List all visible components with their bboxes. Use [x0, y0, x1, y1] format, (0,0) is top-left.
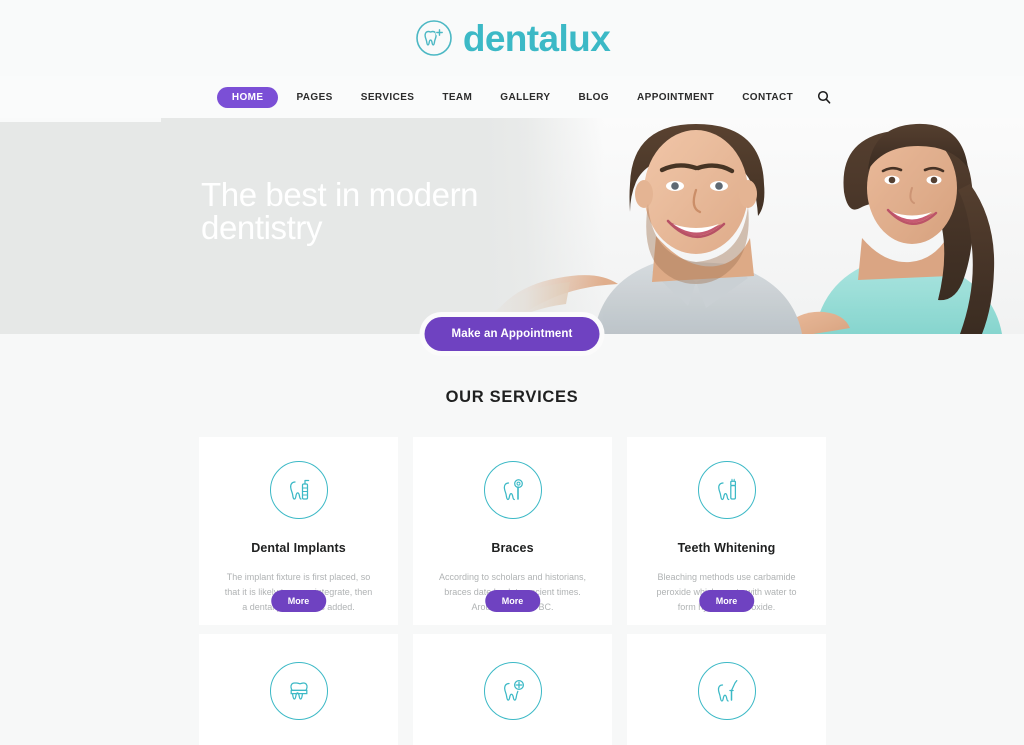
search-icon[interactable] [814, 87, 834, 107]
service-title: Teeth Whitening [677, 541, 776, 555]
site-header: dentalux [0, 0, 1024, 76]
service-card-row2-3[interactable] [627, 634, 826, 745]
logo-text: dentalux [462, 17, 611, 59]
tooth-mirror-icon [483, 461, 542, 519]
main-navigation: HOME PAGES SERVICES TEAM GALLERY BLOG AP… [0, 76, 1024, 118]
service-card-row2-2[interactable] [413, 634, 612, 745]
hero-top-strip [0, 118, 161, 122]
more-button[interactable]: More [270, 590, 327, 612]
service-title: Dental Implants [251, 541, 346, 555]
hero-banner: The best in modern dentistry [0, 118, 1024, 334]
service-card-dental-implants[interactable]: Dental Implants The implant fixture is f… [199, 437, 398, 625]
more-button[interactable]: More [484, 590, 541, 612]
services-section: OUR SERVICES Dental Implants The implant… [0, 334, 1024, 745]
hero-title-line1: The best in modern [201, 176, 479, 213]
service-card-braces[interactable]: Braces According to scholars and histori… [413, 437, 612, 625]
logo[interactable]: dentalux [414, 17, 611, 59]
service-card-row2-1[interactable] [199, 634, 398, 745]
nav-item-gallery[interactable]: GALLERY [486, 92, 564, 103]
nav-item-appointment[interactable]: APPOINTMENT [623, 92, 728, 103]
tooth-crown-icon [269, 662, 328, 720]
nav-items: HOME PAGES SERVICES TEAM GALLERY BLOG AP… [216, 86, 807, 108]
service-card-teeth-whitening[interactable]: Teeth Whitening Bleaching methods use ca… [627, 437, 826, 625]
tooth-plus-icon [483, 662, 542, 720]
hero-title-line2: dentistry [201, 209, 323, 246]
tooth-brush-icon [697, 461, 756, 519]
tooth-plus-circle-icon [414, 18, 454, 58]
nav-item-team[interactable]: TEAM [428, 92, 486, 103]
nav-item-blog[interactable]: BLOG [565, 92, 624, 103]
hero-copy: The best in modern dentistry [201, 178, 501, 244]
more-button[interactable]: More [698, 590, 755, 612]
nav-item-pages[interactable]: PAGES [282, 92, 346, 103]
hero-photo [484, 118, 1024, 334]
nav-item-services[interactable]: SERVICES [347, 92, 429, 103]
nav-item-home[interactable]: HOME [216, 86, 279, 108]
tooth-implant-icon [269, 461, 328, 519]
hero-photo-fade [484, 118, 604, 334]
cta-ring: Make an Appointment [419, 312, 605, 356]
tooth-drill-icon [697, 662, 756, 720]
make-appointment-button[interactable]: Make an Appointment [424, 317, 600, 351]
service-title: Braces [491, 541, 534, 555]
nav-item-contact[interactable]: CONTACT [728, 92, 807, 103]
services-grid: Dental Implants The implant fixture is f… [199, 437, 826, 745]
services-heading: OUR SERVICES [445, 388, 579, 406]
